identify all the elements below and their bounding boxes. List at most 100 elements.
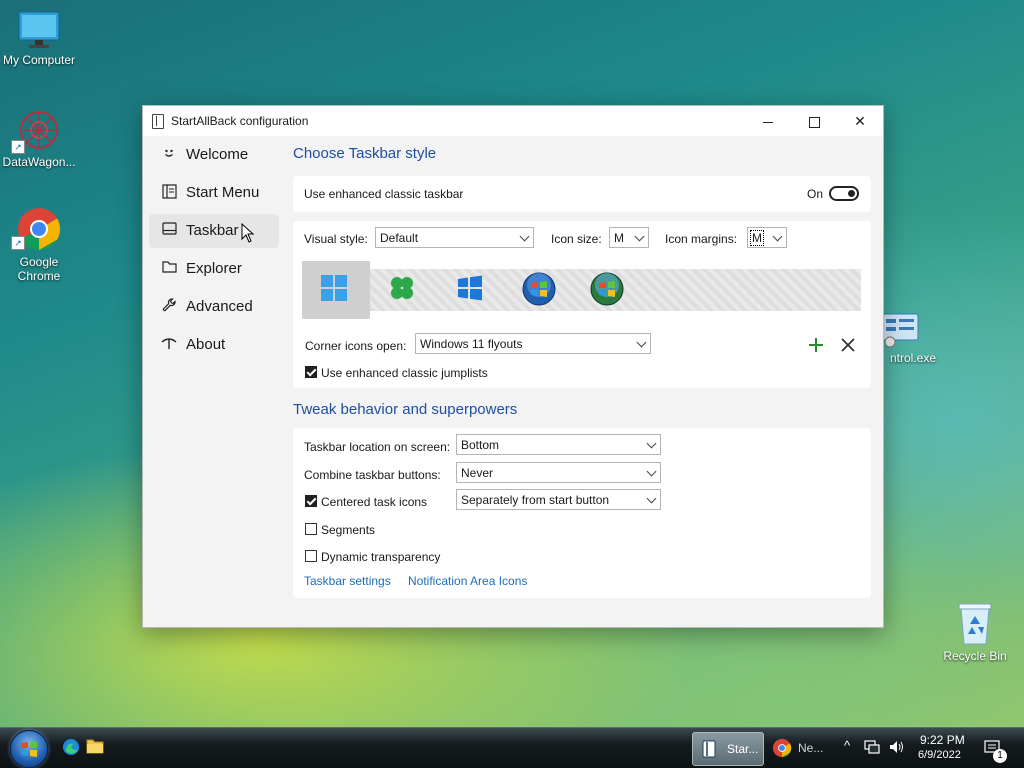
minimize-button[interactable] — [745, 106, 791, 136]
file-explorer-icon[interactable] — [86, 738, 104, 754]
start-button[interactable] — [10, 730, 48, 768]
sidebar-item-label: About — [186, 336, 226, 353]
corner-icons-value: Windows 11 flyouts — [420, 337, 523, 351]
centered-icons-label: Centered task icons — [321, 495, 428, 509]
title-bar[interactable]: StartAllBack configuration ✕ — [143, 106, 883, 136]
taskbar-style-picker — [302, 261, 861, 319]
enhanced-taskbar-label: Use enhanced classic taskbar — [304, 187, 464, 201]
style-option-windows-11[interactable] — [302, 261, 370, 319]
toggle-knob — [848, 190, 855, 197]
taskbar-button-chrome[interactable]: Ne... — [766, 732, 834, 764]
taskbar-button-label: Star... — [727, 742, 759, 756]
visual-style-select[interactable]: Default — [375, 227, 534, 248]
sidebar-item-explorer[interactable]: Explorer — [149, 252, 279, 286]
visual-style-label: Visual style: — [304, 232, 368, 246]
shortcut-arrow-icon: ↗ — [11, 140, 25, 154]
desktop-icon-label: Google Chrome — [17, 255, 61, 283]
taskbar-icon — [161, 222, 177, 238]
chevron-down-icon — [646, 438, 657, 449]
icon-size-select[interactable]: M — [609, 227, 649, 248]
network-icon[interactable] — [864, 739, 880, 755]
close-icon: ✕ — [854, 113, 866, 129]
section-title-choose: Choose Taskbar style — [293, 145, 437, 162]
window-title: StartAllBack configuration — [171, 114, 309, 128]
chevron-down-icon — [772, 231, 783, 242]
taskbar: Star... Ne... ^ 9:22 PM 6/9/2022 1 — [0, 727, 1024, 768]
windows-logo-icon — [21, 741, 37, 757]
chevron-down-icon — [519, 231, 530, 242]
notification-area-icons-link[interactable]: Notification Area Icons — [408, 574, 527, 588]
chevron-down-icon — [646, 466, 657, 477]
style-option-clover[interactable] — [370, 261, 438, 319]
close-button[interactable]: ✕ — [837, 106, 883, 136]
add-icon[interactable] — [808, 337, 824, 353]
dynamic-transparency-checkbox[interactable] — [305, 550, 317, 562]
taskbar-style-card: Visual style: Default Icon size: M Icon … — [293, 221, 871, 388]
chevron-down-icon — [646, 493, 657, 504]
tweak-card: Taskbar location on screen: Bottom Combi… — [293, 428, 871, 598]
sidebar: Welcome Start Menu Taskbar Explorer Adva… — [149, 138, 279, 366]
icon-margins-select[interactable]: M — [747, 227, 787, 248]
windows-10-logo-icon — [458, 275, 482, 301]
segments-label: Segments — [321, 523, 376, 537]
clock-date[interactable]: 6/9/2022 — [918, 749, 961, 761]
sidebar-item-advanced[interactable]: Advanced — [149, 290, 279, 324]
remove-icon[interactable] — [841, 338, 855, 352]
desktop-icon-label: ntrol.exe — [889, 351, 937, 365]
desktop-icon-label: DataWagon... — [2, 155, 76, 169]
icon-margins-label: Icon margins: — [665, 232, 738, 246]
icon-margins-value: M — [750, 230, 764, 246]
chevron-down-icon — [634, 231, 645, 242]
taskbar-location-label: Taskbar location on screen: — [304, 440, 451, 454]
centered-icons-select[interactable]: Separately from start button — [456, 489, 661, 510]
volume-icon[interactable] — [888, 739, 904, 755]
segments-checkbox[interactable] — [305, 523, 317, 535]
combine-buttons-label: Combine taskbar buttons: — [304, 468, 441, 482]
jumplists-label: Use enhanced classic jumplists — [321, 366, 488, 380]
style-option-windows-7[interactable] — [506, 261, 574, 319]
sidebar-item-label: Welcome — [186, 146, 249, 163]
centered-icons-checkbox[interactable] — [305, 495, 317, 507]
enhanced-taskbar-toggle[interactable] — [829, 186, 859, 201]
corner-icons-select[interactable]: Windows 11 flyouts — [415, 333, 651, 354]
section-title-tweak: Tweak behavior and superpowers — [293, 401, 518, 418]
startallback-app-icon — [152, 114, 164, 129]
combine-buttons-select[interactable]: Never — [456, 462, 661, 483]
desktop-icon-recycle-bin[interactable]: Recycle Bin — [933, 600, 1017, 663]
windows-7-orb-icon — [522, 272, 556, 306]
desktop-icon-my-computer[interactable]: My Computer — [0, 10, 81, 67]
clock-time[interactable]: 9:22 PM — [920, 733, 965, 747]
mouse-cursor-icon — [241, 223, 255, 243]
taskbar-settings-link[interactable]: Taskbar settings — [304, 574, 391, 588]
taskbar-location-select[interactable]: Bottom — [456, 434, 661, 455]
maximize-button[interactable] — [791, 106, 837, 136]
visual-style-value: Default — [380, 231, 419, 245]
style-option-windows-vista[interactable] — [574, 261, 642, 319]
show-hidden-icons-chevron-icon[interactable]: ^ — [844, 738, 850, 753]
clover-logo-icon — [391, 277, 413, 299]
icon-size-value: M — [614, 231, 624, 245]
windows-11-logo-icon — [321, 275, 347, 301]
sidebar-item-start-menu[interactable]: Start Menu — [149, 176, 279, 210]
edge-icon[interactable] — [62, 738, 80, 756]
enhanced-taskbar-card: Use enhanced classic taskbar On — [293, 176, 871, 212]
sidebar-item-about[interactable]: About — [149, 328, 279, 362]
dynamic-transparency-label: Dynamic transparency — [321, 550, 441, 564]
desktop-icon-datawagon[interactable]: ↗ DataWagon... — [0, 108, 81, 169]
folder-icon — [161, 260, 177, 276]
recycle-bin-icon — [958, 603, 992, 645]
desktop-icon-label: My Computer — [2, 53, 76, 67]
control-panel-icon — [881, 313, 919, 348]
style-option-windows-10[interactable] — [438, 261, 506, 319]
sidebar-item-label: Taskbar — [186, 222, 239, 239]
jumplists-checkbox[interactable] — [305, 366, 317, 378]
desktop-icon-google-chrome[interactable]: ↗ Google Chrome — [0, 206, 81, 283]
sidebar-item-welcome[interactable]: Welcome — [149, 138, 279, 172]
about-icon — [161, 336, 177, 352]
smiley-icon — [161, 146, 177, 162]
taskbar-button-startallback[interactable]: Star... — [692, 732, 764, 766]
sidebar-item-taskbar[interactable]: Taskbar — [149, 214, 279, 248]
notification-count-badge: 1 — [993, 749, 1007, 763]
minimize-icon — [763, 121, 773, 123]
taskbar-button-label: Ne... — [798, 741, 824, 755]
